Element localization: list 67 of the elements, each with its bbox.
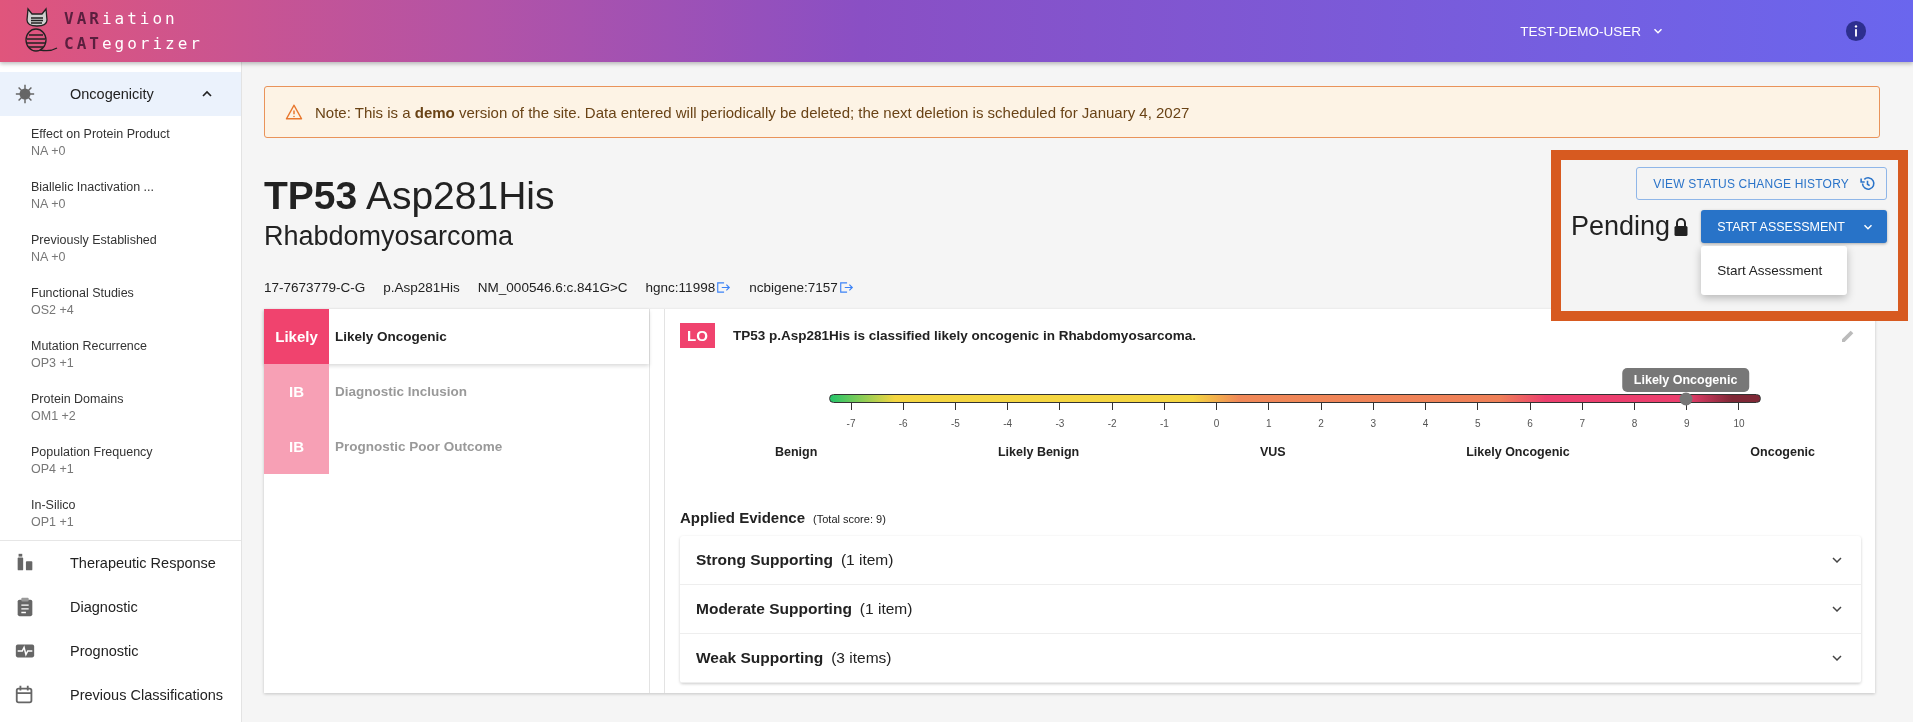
tick-label: -2 xyxy=(1107,418,1117,429)
category-label: Oncogenic xyxy=(1750,445,1815,459)
tick-label: -5 xyxy=(951,418,960,429)
tick-label: 4 xyxy=(1422,418,1429,429)
external-link-icon xyxy=(716,281,732,294)
identifier-text: 17-7673779-C-G xyxy=(264,280,366,295)
sidebar-item[interactable]: Diagnostic xyxy=(0,585,241,629)
identifier-link[interactable]: hgnc:11998 xyxy=(645,280,732,295)
marker-tooltip: Likely Oncogenic xyxy=(1621,368,1750,392)
start-assessment-button[interactable]: START ASSESSMENT xyxy=(1701,210,1887,243)
classification-tab[interactable]: Likely Likely Oncogenic xyxy=(264,309,649,364)
sidebar-item[interactable]: Previous Classifications xyxy=(0,673,241,717)
sidebar-subitem[interactable]: In-Silico OP1 +1 xyxy=(0,487,241,540)
tick-label: 1 xyxy=(1266,418,1272,429)
alert-text: Note: This is a demo version of the site. Data entered will periodically be deleted; the next deletion is scheduled for January 4, 2027 xyxy=(315,103,1190,121)
sidebar-subitem[interactable]: Protein Domains OM1 +2 xyxy=(0,381,241,434)
history-icon xyxy=(1859,175,1876,192)
sidebar-item[interactable]: Therapeutic Response xyxy=(0,541,241,585)
section-title: Applied Evidence xyxy=(680,509,806,526)
logo-text: VAR iation xyxy=(64,8,179,30)
sidebar-item[interactable]: Oncogenicity xyxy=(0,72,241,116)
status-text: Pending xyxy=(1571,211,1671,242)
sidebar-subitem[interactable]: Biallelic Inactivation ... NA +0 xyxy=(0,169,241,222)
evidence-group-header[interactable]: Strong Supporting (1 item) xyxy=(680,536,1861,585)
evidence-group-header[interactable]: Moderate Supporting (1 item) xyxy=(680,585,1861,634)
tick-label: 2 xyxy=(1318,418,1324,429)
tick-label: -3 xyxy=(1055,418,1065,429)
classification-summary: TP53 p.Asp281His is classified likely oncogenic in Rhabdomyosarcoma. xyxy=(733,328,1196,343)
logo-text: CAT egorizer xyxy=(64,33,203,55)
tick-label: 5 xyxy=(1475,418,1481,429)
tick-label: -4 xyxy=(1003,418,1013,429)
variant-title: Asp281His xyxy=(365,174,555,217)
identifier-text: p.Asp281His xyxy=(383,280,460,295)
status-history-button[interactable]: VIEW STATUS CHANGE HISTORY xyxy=(1636,167,1887,200)
external-link-icon xyxy=(838,281,854,294)
category-label: Likely Benign xyxy=(998,445,1080,459)
sidebar-subitem[interactable]: Population Frequency OP4 +1 xyxy=(0,434,241,487)
sidebar-subitem[interactable]: Mutation Recurrence OP3 +1 xyxy=(0,328,241,381)
evidence-group-header[interactable]: Weak Supporting (3 items) xyxy=(680,634,1861,683)
tick-label: 8 xyxy=(1631,418,1638,429)
tick-label: 10 xyxy=(1733,418,1745,429)
tick-label: 0 xyxy=(1213,418,1220,429)
identifier-link[interactable]: ncbigene:7157 xyxy=(749,280,854,295)
sidebar-item[interactable]: Prognostic xyxy=(0,629,241,673)
warning-icon xyxy=(285,103,303,121)
classification-badge: LO xyxy=(680,323,715,348)
sidebar-subitem[interactable]: Previously Established NA +0 xyxy=(0,222,241,275)
category-label: VUS xyxy=(1259,445,1286,459)
user-menu-button[interactable]: TEST-DEMO-USER xyxy=(1520,23,1665,39)
total-score: (Total score: 9) xyxy=(813,513,886,525)
menu-item[interactable]: Start Assessment xyxy=(1701,254,1848,287)
disease-title: Rhabdomyosarcoma xyxy=(264,220,515,252)
tick-label: 7 xyxy=(1579,418,1586,429)
sidebar-subitem[interactable]: Effect on Protein Product NA +0 xyxy=(0,116,241,169)
tick-label: -1 xyxy=(1159,418,1169,429)
tick-label: 6 xyxy=(1527,418,1533,429)
tick-label: -6 xyxy=(898,418,908,429)
identifier-text: NM_000546.6:c.841G>C xyxy=(477,280,628,295)
category-label: Likely Oncogenic xyxy=(1466,445,1570,459)
gene-title: TP53 xyxy=(264,174,358,217)
tick-label: -7 xyxy=(846,418,856,429)
tick-label: 9 xyxy=(1683,418,1690,429)
tick-label: 3 xyxy=(1370,418,1377,429)
sidebar-subitem[interactable]: Functional Studies OS2 +4 xyxy=(0,275,241,328)
category-label: Benign xyxy=(775,445,818,459)
info-icon[interactable] xyxy=(1845,20,1867,42)
sidebar-icon xyxy=(14,83,36,105)
